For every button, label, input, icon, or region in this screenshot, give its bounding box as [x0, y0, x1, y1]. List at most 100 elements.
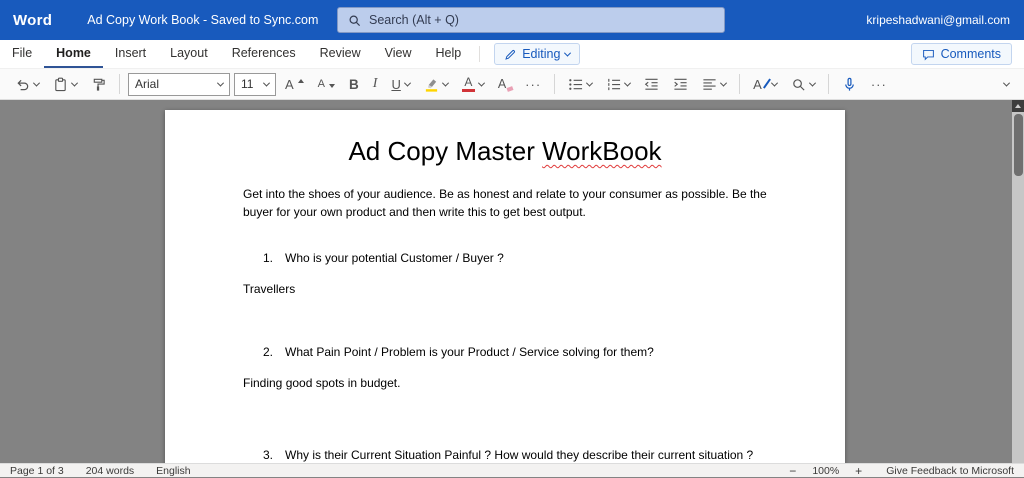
- document-canvas: Ad Copy Master WorkBook Get into the sho…: [0, 100, 1024, 463]
- shrink-font-button[interactable]: A: [313, 71, 340, 97]
- search-icon: [791, 77, 806, 92]
- word-logo[interactable]: Word: [13, 12, 52, 29]
- menu-bar: File Home Insert Layout References Revie…: [0, 40, 1024, 68]
- chevron-down-icon: [771, 79, 778, 86]
- font-name-select[interactable]: Arial: [128, 73, 230, 96]
- format-painter-button[interactable]: [86, 71, 111, 97]
- microphone-icon: [842, 77, 857, 92]
- tab-help[interactable]: Help: [424, 40, 474, 68]
- tab-view[interactable]: View: [373, 40, 424, 68]
- search-input[interactable]: Search (Alt + Q): [337, 7, 725, 33]
- ribbon-divider: [739, 74, 740, 94]
- ribbon-divider: [119, 74, 120, 94]
- vertical-scrollbar[interactable]: [1012, 100, 1024, 463]
- more-font-options-button[interactable]: ···: [520, 71, 546, 97]
- word-count[interactable]: 204 words: [86, 465, 134, 477]
- feedback-link[interactable]: Give Feedback to Microsoft: [886, 465, 1014, 477]
- styles-button[interactable]: A: [748, 71, 782, 97]
- tab-file[interactable]: File: [0, 40, 44, 68]
- question-3-text[interactable]: Why is their Current Situation Painful ?…: [285, 448, 753, 462]
- comment-icon: [922, 48, 935, 61]
- document-page[interactable]: Ad Copy Master WorkBook Get into the sho…: [165, 110, 845, 463]
- chevron-down-icon: [624, 79, 631, 86]
- grow-font-button[interactable]: A: [280, 71, 309, 97]
- pencil-icon: [504, 48, 517, 61]
- chevron-down-icon: [1003, 79, 1010, 86]
- document-heading[interactable]: Ad Copy Master WorkBook: [243, 136, 767, 167]
- chevron-down-icon: [217, 79, 224, 86]
- tab-review[interactable]: Review: [308, 40, 373, 68]
- tab-layout[interactable]: Layout: [158, 40, 220, 68]
- misspelled-word[interactable]: WorkBook: [542, 136, 661, 166]
- zoom-in-button[interactable]: +: [855, 465, 862, 477]
- font-name-value: Arial: [135, 77, 159, 91]
- question-2-text[interactable]: What Pain Point / Problem is your Produc…: [285, 345, 654, 359]
- document-title[interactable]: Ad Copy Work Book - Saved to Sync.com: [87, 13, 318, 27]
- question-1-text[interactable]: Who is your potential Customer / Buyer ?: [285, 251, 504, 265]
- font-size-select[interactable]: 11: [234, 73, 276, 96]
- search-icon: [348, 14, 361, 27]
- tab-references[interactable]: References: [220, 40, 308, 68]
- tab-insert[interactable]: Insert: [103, 40, 158, 68]
- highlight-color-button[interactable]: [419, 71, 453, 97]
- scrollbar-thumb[interactable]: [1014, 114, 1023, 176]
- arrow-up-icon: [298, 79, 304, 83]
- arrow-down-icon: [329, 84, 335, 88]
- zoom-out-button[interactable]: −: [789, 465, 796, 477]
- chevron-down-icon: [809, 79, 816, 86]
- chevron-down-icon: [33, 79, 40, 86]
- chevron-down-icon: [71, 79, 78, 86]
- font-size-value: 11: [241, 77, 253, 91]
- status-bar: Page 1 of 3 204 words English − 100% + G…: [0, 463, 1024, 477]
- account-email[interactable]: kripeshadwani@gmail.com: [866, 13, 1010, 27]
- tab-home[interactable]: Home: [44, 40, 103, 68]
- answer-1[interactable]: Travellers: [243, 282, 767, 296]
- ribbon-toolbar: Arial 11 A A B I U A A: [0, 68, 1024, 100]
- ribbon-divider: [554, 74, 555, 94]
- chevron-down-icon: [586, 79, 593, 86]
- italic-button[interactable]: I: [368, 71, 383, 97]
- undo-button[interactable]: [10, 71, 44, 97]
- bullet-list-icon: [568, 77, 583, 92]
- menu-divider: [479, 46, 480, 62]
- outdent-icon: [644, 77, 659, 92]
- clear-formatting-icon: A: [498, 77, 511, 91]
- ribbon-divider: [828, 74, 829, 94]
- bold-button[interactable]: B: [344, 71, 364, 97]
- alignment-button[interactable]: [697, 71, 731, 97]
- list-number: 3.: [263, 448, 285, 462]
- font-color-button[interactable]: A: [457, 71, 489, 97]
- format-painter-icon: [91, 77, 106, 92]
- intro-paragraph[interactable]: Get into the shoes of your audience. Be …: [243, 185, 767, 221]
- question-2[interactable]: 2. What Pain Point / Problem is your Pro…: [243, 345, 767, 359]
- answer-2[interactable]: Finding good spots in budget.: [243, 376, 767, 390]
- paste-button[interactable]: [48, 71, 82, 97]
- question-3[interactable]: 3. Why is their Current Situation Painfu…: [243, 448, 767, 462]
- find-button[interactable]: [786, 71, 820, 97]
- zoom-level[interactable]: 100%: [812, 465, 839, 477]
- list-number: 2.: [263, 345, 285, 359]
- numbering-button[interactable]: [601, 71, 635, 97]
- editing-label: Editing: [522, 47, 560, 61]
- question-1[interactable]: 1. Who is your potential Customer / Buye…: [243, 251, 767, 265]
- language-indicator[interactable]: English: [156, 465, 190, 477]
- styles-icon: A: [753, 77, 768, 92]
- decrease-indent-button[interactable]: [639, 71, 664, 97]
- ellipsis-icon: ···: [525, 77, 541, 92]
- editing-mode-button[interactable]: Editing: [494, 43, 580, 65]
- clear-formatting-button[interactable]: A: [493, 71, 516, 97]
- underline-icon: U: [391, 77, 400, 92]
- comments-label: Comments: [941, 47, 1001, 61]
- underline-button[interactable]: U: [386, 71, 414, 97]
- font-color-icon: A: [462, 76, 475, 92]
- comments-button[interactable]: Comments: [911, 43, 1012, 65]
- increase-indent-button[interactable]: [668, 71, 693, 97]
- numbered-list-icon: [606, 77, 621, 92]
- page-count[interactable]: Page 1 of 3: [10, 465, 64, 477]
- more-commands-button[interactable]: ···: [866, 71, 892, 97]
- dictate-button[interactable]: [837, 71, 862, 97]
- scroll-up-arrow-icon[interactable]: [1012, 100, 1024, 112]
- collapse-ribbon-button[interactable]: [999, 71, 1014, 97]
- chevron-down-icon: [720, 79, 727, 86]
- bullets-button[interactable]: [563, 71, 597, 97]
